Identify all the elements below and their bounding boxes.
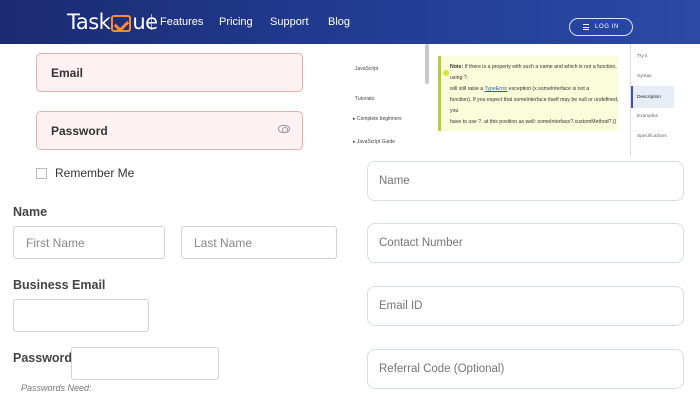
contact-number-placeholder: Contact Number	[379, 237, 463, 249]
nav-link-features[interactable]: Features	[160, 16, 203, 28]
nav-divider	[151, 14, 152, 30]
remember-me[interactable]: Remember Me	[36, 166, 134, 180]
docs-sidebar-item[interactable]: ▸ Complete beginners	[353, 116, 402, 122]
nav-link-pricing[interactable]: Pricing	[219, 16, 253, 28]
nav-link-support[interactable]: Support	[270, 16, 309, 28]
email-field-placeholder: Email	[51, 65, 84, 80]
top-nav-bar: Task ue Features Pricing Support Blog LO…	[0, 0, 700, 44]
note-line: If there is a property with such a name …	[450, 64, 617, 81]
nav-link-blog[interactable]: Blog	[328, 16, 350, 28]
page: Task ue Features Pricing Support Blog LO…	[0, 0, 700, 400]
last-name-input[interactable]: Last Name	[181, 226, 337, 259]
login-button[interactable]: LOG IN	[569, 18, 633, 36]
note-line: will still raise a	[450, 86, 484, 92]
docs-snippet: JavaScript Tutorials: ▸ Complete beginne…	[345, 44, 700, 156]
docs-sidebar-item[interactable]: ▸ JavaScript Guide	[353, 139, 395, 145]
name-label: Name	[13, 205, 48, 219]
password-hint: Passwords Need:	[21, 383, 92, 393]
checkbox-logo-icon	[111, 14, 132, 32]
contact-name-placeholder: Name	[379, 175, 410, 187]
docs-toc: Try it Syntax Description Examples Speci…	[630, 44, 680, 156]
note-icon	[443, 70, 449, 76]
note-line: function). If you expect that someInterf…	[450, 97, 619, 114]
last-name-placeholder: Last Name	[194, 235, 253, 250]
password-field-placeholder: Password	[51, 123, 108, 138]
referral-code-placeholder: Referral Code (Optional)	[379, 363, 505, 375]
email-id-input[interactable]: Email ID	[367, 286, 684, 326]
eye-icon[interactable]	[278, 125, 290, 133]
first-name-placeholder: First Name	[26, 235, 85, 250]
logo-text-start: Task	[67, 10, 111, 34]
toc-item[interactable]: Specifications	[637, 134, 667, 139]
password-field[interactable]: Password	[36, 111, 303, 150]
toc-item-active[interactable]: Description	[637, 95, 661, 100]
logo-text-end: ue	[132, 10, 158, 34]
menu-icon	[583, 24, 590, 30]
taskque-logo[interactable]: Task ue	[67, 9, 158, 35]
contact-name-input[interactable]: Name	[367, 161, 684, 201]
referral-code-input[interactable]: Referral Code (Optional)	[367, 349, 684, 389]
toc-item[interactable]: Examples	[637, 114, 658, 119]
note-line: have to use ?. at this position as well:…	[450, 119, 617, 125]
note-text: Note: If there is a property with such a…	[450, 62, 620, 128]
email-id-placeholder: Email ID	[379, 300, 423, 312]
docs-sidebar-item[interactable]: JavaScript	[355, 66, 378, 72]
docs-sidebar-item[interactable]: Tutorials:	[355, 96, 375, 102]
toc-item[interactable]: Syntax	[637, 74, 652, 79]
toc-item[interactable]: Try it	[637, 54, 647, 59]
contact-number-input[interactable]: Contact Number	[367, 223, 684, 263]
remember-me-checkbox[interactable]	[36, 167, 47, 179]
email-field[interactable]: Email	[36, 53, 303, 92]
docs-scrollbar[interactable]	[425, 44, 429, 84]
business-email-input[interactable]	[13, 299, 149, 332]
first-name-input[interactable]: First Name	[13, 226, 165, 259]
remember-me-label: Remember Me	[55, 166, 135, 180]
signup-password-input[interactable]	[71, 347, 219, 380]
note-label: Note:	[450, 64, 464, 70]
login-button-label: LOG IN	[595, 24, 619, 30]
typeerror-link[interactable]: TypeError	[485, 86, 508, 92]
password-label: Password	[13, 351, 73, 365]
note-line: exception (x.someInterface is not a	[508, 86, 590, 92]
business-email-label: Business Email	[13, 278, 106, 292]
